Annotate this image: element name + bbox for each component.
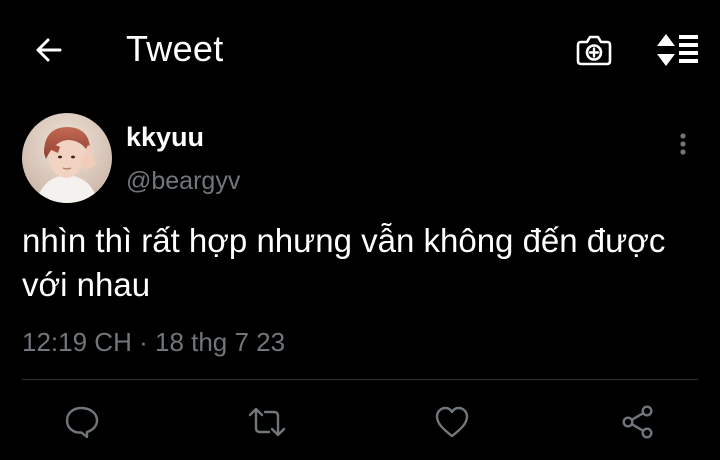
reply-button[interactable] xyxy=(60,400,104,444)
like-button[interactable] xyxy=(430,400,474,444)
reply-icon xyxy=(65,406,99,439)
retweet-button[interactable] xyxy=(245,400,289,444)
meta-separator: · xyxy=(139,327,148,357)
camera-icon xyxy=(576,35,612,66)
author-handle[interactable]: @beargyv xyxy=(126,166,240,196)
avatar[interactable] xyxy=(22,113,112,203)
divider xyxy=(22,379,698,380)
page-title: Tweet xyxy=(126,28,224,69)
top-bar: Tweet xyxy=(0,0,720,100)
author-display-name[interactable]: kkyuu xyxy=(126,121,204,153)
back-button[interactable] xyxy=(28,30,68,70)
arrow-left-icon xyxy=(36,38,62,62)
more-options-button[interactable] xyxy=(668,126,698,162)
tweet-meta: 12:19 CH · 18 thg 7 23 xyxy=(22,326,285,358)
retweet-icon xyxy=(248,407,286,437)
profile-photo xyxy=(22,113,112,203)
sort-lines-icon xyxy=(657,34,698,66)
share-button[interactable] xyxy=(616,400,660,444)
tweet-text: nhìn thì rất hợp nhưng vẫn không đến đượ… xyxy=(22,222,666,303)
more-vertical-icon xyxy=(680,133,686,155)
camera-button[interactable] xyxy=(572,30,616,70)
like-heart-icon xyxy=(435,406,469,438)
share-icon xyxy=(622,405,653,439)
sort-button[interactable] xyxy=(652,30,704,70)
tweet-time: 12:19 CH xyxy=(22,327,132,357)
tweet-date: 18 thg 7 23 xyxy=(154,327,286,357)
